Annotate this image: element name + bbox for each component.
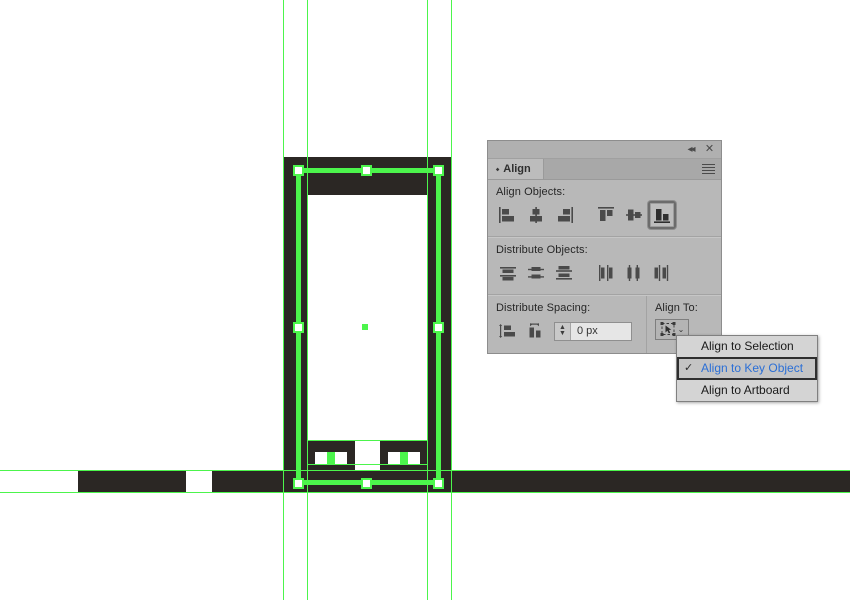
check-icon: ✓: [684, 362, 694, 374]
menu-item-align-to-selection[interactable]: Align to Selection: [677, 336, 817, 357]
illustrator-canvas[interactable]: [0, 0, 850, 600]
selection-handle-top-right[interactable]: [433, 165, 444, 176]
distribute-vertical-top-button[interactable]: [494, 259, 522, 287]
distribute-vertical-bottom-button[interactable]: [550, 259, 578, 287]
selection-handle-bottom-right[interactable]: [433, 478, 444, 489]
selection-handle-top-center[interactable]: [361, 165, 372, 176]
panel-tabbar[interactable]: ⬩ Align: [488, 159, 721, 180]
artwork-ground-bar-left: [78, 471, 186, 492]
tab-align-label: Align: [503, 163, 531, 175]
align-left-edges-button[interactable]: [494, 201, 522, 229]
panel-titlebar[interactable]: ◂◂ ✕: [488, 141, 721, 159]
distribute-horizontal-space-button[interactable]: [522, 317, 550, 345]
selection-inner-line-left: [307, 440, 308, 485]
spacing-value-input[interactable]: 0 px: [571, 322, 631, 340]
selection-handle-bottom-center[interactable]: [361, 478, 372, 489]
menu-item-align-to-artboard[interactable]: Align to Artboard: [677, 380, 817, 401]
guide-horizontal-2: [0, 492, 850, 493]
menu-item-label: Align to Selection: [701, 339, 794, 353]
align-to-label: Align To:: [655, 302, 698, 314]
menu-item-label: Align to Artboard: [701, 383, 790, 397]
distribute-vertical-center-button[interactable]: [522, 259, 550, 287]
panel-menu-icon[interactable]: [702, 164, 715, 174]
artwork-shape-top-bar: [283, 157, 451, 195]
diamond-icon: ⬩: [496, 163, 500, 174]
menu-item-align-to-key-object[interactable]: ✓ Align to Key Object: [677, 357, 817, 380]
distribute-vertical-space-button[interactable]: [494, 317, 522, 345]
distribute-horizontal-center-button[interactable]: [620, 259, 648, 287]
distribute-spacing-group: Distribute Spacing: ▲ ▼ 0 px: [488, 296, 647, 353]
anchor-point-foot-right: [400, 452, 408, 464]
menu-item-label: Align to Key Object: [701, 361, 804, 375]
guide-vertical-4: [451, 0, 452, 600]
selection-center-point: [362, 324, 368, 330]
align-to-key-object-icon: [660, 322, 676, 336]
artwork-shape-left-wall: [283, 157, 307, 485]
collapse-double-arrow-icon[interactable]: ◂◂: [684, 143, 697, 156]
guide-vertical-1: [283, 0, 284, 600]
distribute-spacing-label: Distribute Spacing:: [496, 302, 591, 314]
stepper-arrows[interactable]: ▲ ▼: [555, 322, 571, 340]
selection-handle-bottom-left[interactable]: [293, 478, 304, 489]
guide-vertical-2: [307, 0, 308, 600]
stepper-down-icon[interactable]: ▼: [559, 330, 566, 337]
align-panel[interactable]: ◂◂ ✕ ⬩ Align Align Objects: Distribute O…: [487, 140, 722, 354]
distribute-spacing-button-row: ▲ ▼ 0 px: [488, 317, 646, 353]
align-horizontal-center-button[interactable]: [522, 201, 550, 229]
selection-handle-middle-right[interactable]: [433, 322, 444, 333]
align-objects-button-row: [488, 201, 721, 236]
panel-body: Align Objects: Distribute Objects: Distr…: [488, 180, 721, 353]
chevron-down-icon[interactable]: ⌄: [678, 325, 685, 334]
distribute-objects-label: Distribute Objects:: [496, 244, 588, 256]
guide-horizontal-1: [0, 470, 850, 471]
align-top-edges-button[interactable]: [592, 201, 620, 229]
selection-inner-line-mid2: [307, 464, 428, 465]
align-bottom-edges-button[interactable]: [648, 201, 676, 229]
selection-inner-line-right: [427, 440, 428, 485]
align-vertical-center-button[interactable]: [620, 201, 648, 229]
align-right-edges-button[interactable]: [550, 201, 578, 229]
distribute-horizontal-left-button[interactable]: [592, 259, 620, 287]
selection-handle-top-left[interactable]: [293, 165, 304, 176]
guide-vertical-3: [427, 0, 428, 600]
close-icon[interactable]: ✕: [703, 143, 716, 156]
selection-handle-middle-left[interactable]: [293, 322, 304, 333]
selection-inner-line-mid: [307, 440, 428, 441]
spacing-value-stepper[interactable]: ▲ ▼ 0 px: [554, 321, 632, 341]
distribute-objects-button-row: [488, 259, 721, 294]
align-objects-label: Align Objects:: [496, 186, 566, 198]
tab-align[interactable]: ⬩ Align: [488, 159, 544, 179]
distribute-horizontal-right-button[interactable]: [648, 259, 676, 287]
anchor-point-foot-left: [327, 452, 335, 464]
align-to-dropdown-menu[interactable]: Align to Selection ✓ Align to Key Object…: [676, 335, 818, 402]
